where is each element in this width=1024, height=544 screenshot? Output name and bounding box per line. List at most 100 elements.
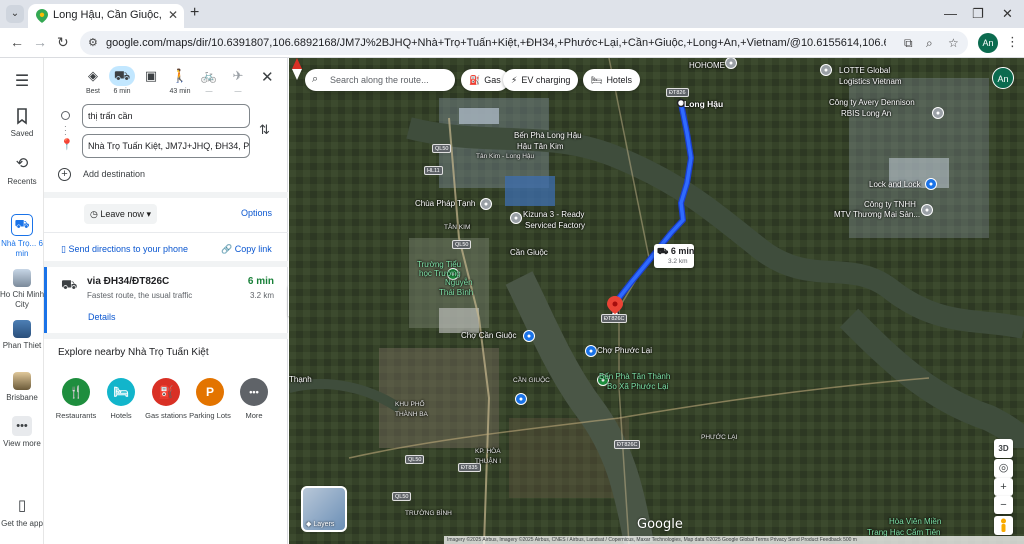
nearby-restaurants[interactable]: 🍴 Restaurants bbox=[54, 378, 98, 421]
map-label: Trường Tiểu bbox=[417, 260, 462, 269]
search-along-route-input[interactable]: ⌕ Search along the route... bbox=[305, 69, 455, 91]
divider bbox=[44, 232, 288, 233]
poi-marker-icon[interactable]: ● bbox=[523, 330, 535, 342]
close-directions-icon[interactable]: ✕ bbox=[261, 68, 274, 86]
origin-input[interactable]: thị trấn cần bbox=[82, 104, 250, 128]
swap-icon[interactable]: ⇅ bbox=[259, 122, 270, 138]
add-destination-button[interactable]: + Add destination bbox=[58, 168, 145, 181]
map-label: Serviced Factory bbox=[525, 221, 586, 230]
mode-best[interactable]: ◈ Best bbox=[79, 66, 107, 95]
walk-icon: 🚶 bbox=[171, 68, 189, 83]
poi-marker-icon[interactable]: ● bbox=[480, 198, 492, 210]
map-attribution[interactable]: Imagery ©2025 Airbus, Imagery ©2025 Airb… bbox=[444, 536, 1024, 544]
poi-marker-icon[interactable]: ● bbox=[925, 178, 937, 190]
rail-brisbane[interactable]: Brisbane bbox=[0, 372, 44, 403]
transit-icon: ▣ bbox=[144, 68, 158, 83]
back-icon[interactable]: ← bbox=[10, 34, 24, 50]
layers-button[interactable]: ◆ Layers bbox=[301, 486, 347, 532]
nearby-label: More bbox=[245, 411, 263, 420]
chip-ev-charging[interactable]: ⚡ EV charging bbox=[503, 69, 579, 91]
mode-driving[interactable]: ⛟ 6 min bbox=[108, 66, 136, 95]
tab-title: Long Hậu, Cần Giuộc, Long An ... bbox=[53, 9, 165, 21]
map-label: KP. HÒA bbox=[475, 448, 501, 455]
route-details-link[interactable]: Details bbox=[88, 312, 116, 322]
map-label: LOTTE Global bbox=[839, 66, 891, 75]
add-destination-label: Add destination bbox=[83, 168, 146, 179]
poi-marker-icon[interactable]: ● bbox=[510, 212, 522, 224]
best-icon: ◈ bbox=[88, 68, 98, 83]
close-tab-icon[interactable]: ✕ bbox=[168, 8, 178, 22]
zoom-out-button[interactable]: − bbox=[994, 496, 1013, 514]
mode-cycling[interactable]: 🚲 — bbox=[195, 66, 223, 95]
map-label: Lock and Lock bbox=[869, 180, 921, 189]
map-label: MTV Thương Mại Sản... bbox=[834, 210, 921, 219]
rail-view-more[interactable]: ••• View more bbox=[0, 416, 44, 449]
restore-icon[interactable]: ❐ bbox=[972, 6, 984, 22]
destination-input[interactable]: Nhà Trọ Tuấn Kiệt, JM7J+JHQ, ĐH34, Phư bbox=[82, 134, 250, 158]
gas-icon: ⛽ bbox=[152, 378, 180, 406]
3d-toggle-button[interactable]: 3D bbox=[994, 439, 1013, 458]
map-label: Hòa Viên Miền bbox=[889, 517, 942, 526]
profile-avatar[interactable]: An bbox=[978, 33, 998, 53]
browser-tab[interactable]: Long Hậu, Cần Giuộc, Long An ... ✕ bbox=[28, 4, 184, 28]
rail-recents[interactable]: ⟲ Recents bbox=[0, 154, 44, 187]
flight-icon: ✈ bbox=[232, 68, 244, 83]
options-button[interactable]: Options bbox=[241, 208, 272, 218]
rail-get-the-app[interactable]: ▯ Get the app bbox=[0, 496, 44, 529]
my-location-icon[interactable]: ◎ bbox=[994, 459, 1013, 478]
leave-now-dropdown[interactable]: ◷ Leave now ▾ bbox=[84, 204, 157, 224]
poi-marker-icon[interactable]: ● bbox=[932, 107, 944, 119]
rail-phan-thiet[interactable]: Phan Thiet bbox=[0, 320, 44, 351]
nearby-label: Hotels bbox=[110, 411, 132, 420]
restaurant-icon: 🍴 bbox=[62, 378, 90, 406]
new-tab-plus-icon[interactable]: + bbox=[190, 4, 199, 22]
kebab-icon[interactable]: ⋮ bbox=[1006, 34, 1019, 50]
reload-icon[interactable]: ↻ bbox=[57, 34, 69, 51]
rail-recent-route[interactable]: ⛟ Nhà Trọ... 6 min bbox=[0, 214, 44, 259]
poi-marker-icon[interactable]: ● bbox=[921, 204, 933, 216]
nearby-hotels[interactable]: 🛏 Hotels bbox=[99, 378, 143, 421]
copy-link-button[interactable]: 🔗 Copy link bbox=[221, 244, 272, 255]
zoom-in-button[interactable]: + bbox=[994, 478, 1013, 496]
url-text[interactable]: google.com/maps/dir/10.6391807,106.68921… bbox=[106, 37, 886, 49]
tab-search-dropdown-icon[interactable]: ⌄ bbox=[6, 5, 24, 23]
mode-flights[interactable]: ✈ — bbox=[224, 66, 252, 95]
nearby-label: Parking Lots bbox=[189, 411, 231, 420]
rail-ho-chi-minh-city[interactable]: Ho Chi Minh City bbox=[0, 269, 44, 310]
chip-gas[interactable]: ⛽ Gas bbox=[461, 69, 509, 91]
road-shield: QL50 bbox=[392, 492, 412, 501]
poi-marker-icon[interactable]: ● bbox=[515, 393, 527, 405]
site-info-icon[interactable]: ⚙ bbox=[88, 36, 98, 49]
route-option[interactable]: ⛟ via ĐH34/ĐT826C Fastest route, the usu… bbox=[44, 267, 288, 333]
search-icon: ⌕ bbox=[312, 73, 319, 85]
star-icon[interactable]: ☆ bbox=[948, 36, 959, 50]
mode-label: — bbox=[234, 88, 242, 95]
nearby-parking-lots[interactable]: P Parking Lots bbox=[188, 378, 232, 421]
nearby-more[interactable]: ••• More bbox=[232, 378, 276, 421]
mode-walking[interactable]: 🚶 43 min bbox=[166, 66, 194, 95]
map-canvas[interactable]: ⌕ Search along the route... ⛽ Gas ⚡ EV cha… bbox=[289, 58, 1024, 544]
send-to-phone-link[interactable]: ▯ Send directions to your phone bbox=[61, 244, 188, 255]
menu-icon[interactable]: ☰ bbox=[0, 72, 44, 95]
compass-icon[interactable] bbox=[289, 58, 305, 80]
address-bar[interactable]: ⚙ google.com/maps/dir/10.6391807,106.689… bbox=[80, 31, 968, 55]
map-profile-avatar[interactable]: An bbox=[992, 67, 1014, 89]
forward-icon[interactable]: → bbox=[33, 34, 47, 50]
nearby-gas-stations[interactable]: ⛽ Gas stations bbox=[144, 378, 188, 421]
map-label: Kizuna 3 - Ready bbox=[523, 210, 585, 219]
route-eta-bubble[interactable]: ⛟ 6 min 3.2 km bbox=[654, 244, 694, 268]
nearby-label: Gas stations bbox=[145, 411, 187, 420]
rail-saved[interactable]: Saved bbox=[0, 106, 44, 139]
poi-marker-icon[interactable]: ● bbox=[820, 64, 832, 76]
map-label: Logistics Vietnam bbox=[839, 77, 902, 86]
poi-marker-icon[interactable]: ● bbox=[585, 345, 597, 357]
zoom-icon[interactable]: ⌕ bbox=[926, 36, 933, 51]
map-label: PHƯỚC LẠI bbox=[701, 434, 738, 441]
mode-transit[interactable]: ▣ bbox=[137, 66, 165, 88]
minimize-icon[interactable]: — bbox=[944, 6, 957, 21]
install-icon[interactable]: ⧉ bbox=[904, 36, 913, 51]
chip-hotels[interactable]: 🛏 Hotels bbox=[583, 69, 640, 91]
more-icon: ••• bbox=[240, 378, 268, 406]
pegman-icon[interactable] bbox=[994, 516, 1013, 535]
close-window-icon[interactable]: ✕ bbox=[1002, 6, 1013, 22]
